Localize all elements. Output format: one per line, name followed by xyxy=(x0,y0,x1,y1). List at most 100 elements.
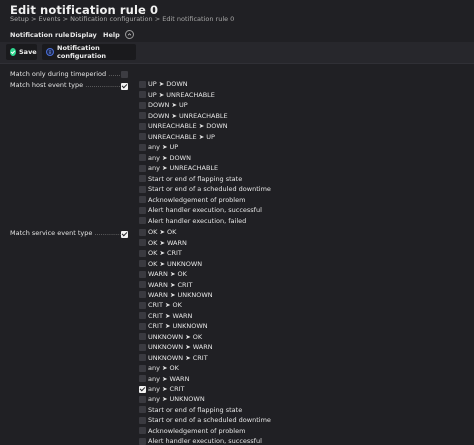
host-event-option-label: Acknowledgement of problem xyxy=(148,195,246,204)
host-event-option[interactable]: Acknowledgement of problem xyxy=(139,195,245,206)
host-event-option-checkbox[interactable] xyxy=(139,164,146,172)
host-event-option-checkbox[interactable] xyxy=(139,101,146,109)
host-event-option-checkbox[interactable] xyxy=(139,175,146,183)
host-event-option[interactable]: Alert handler execution, successful xyxy=(139,205,262,216)
service-event-option-checkbox[interactable] xyxy=(139,343,146,351)
menu-notification-rule[interactable]: Notification rule xyxy=(10,31,69,39)
service-event-option-checkbox[interactable] xyxy=(139,385,146,393)
service-event-option[interactable]: WARN ➤ UNKNOWN xyxy=(139,290,213,301)
service-event-option[interactable]: OK ➤ WARN xyxy=(139,237,187,248)
service-event-option-label: OK ➤ OK xyxy=(148,228,177,237)
host-event-checkbox[interactable] xyxy=(121,83,128,90)
host-event-option-checkbox[interactable] xyxy=(139,143,146,151)
service-event-option[interactable]: any ➤ UNKNOWN xyxy=(139,394,205,405)
breadcrumb-item-notification-configuration[interactable]: Notification configuration xyxy=(70,15,152,23)
service-event-option[interactable]: UNKNOWN ➤ WARN xyxy=(139,342,213,353)
host-event-option[interactable]: UP ➤ UNREACHABLE xyxy=(139,90,215,101)
save-button[interactable]: Save xyxy=(6,44,37,60)
service-event-option-label: CRIT ➤ UNKNOWN xyxy=(148,322,208,331)
service-event-checkbox[interactable] xyxy=(121,231,128,238)
host-event-option-checkbox[interactable] xyxy=(139,185,146,193)
host-event-option-checkbox[interactable] xyxy=(139,196,146,204)
host-event-option[interactable]: UP ➤ DOWN xyxy=(139,79,188,90)
service-event-option-label: any ➤ OK xyxy=(148,364,179,373)
service-event-option-checkbox[interactable] xyxy=(139,249,146,257)
host-event-option-checkbox[interactable] xyxy=(139,154,146,162)
timeperiod-checkbox[interactable] xyxy=(121,71,128,78)
service-event-option-checkbox[interactable] xyxy=(139,260,146,268)
service-event-option-checkbox[interactable] xyxy=(139,416,146,424)
service-event-option-label: CRIT ➤ OK xyxy=(148,301,182,310)
host-event-option[interactable]: UNREACHABLE ➤ UP xyxy=(139,132,215,143)
host-event-option-label: UNREACHABLE ➤ UP xyxy=(148,132,215,141)
menu-display[interactable]: Display xyxy=(70,31,97,39)
service-event-option-checkbox[interactable] xyxy=(139,322,146,330)
service-event-option-label: UNKNOWN ➤ OK xyxy=(148,332,203,341)
service-event-option[interactable]: Acknowledgement of problem xyxy=(139,426,245,437)
breadcrumb-separator: > xyxy=(62,15,69,23)
service-event-option-label: OK ➤ CRIT xyxy=(148,249,182,258)
host-event-option[interactable]: any ➤ UNREACHABLE xyxy=(139,163,218,174)
service-event-option[interactable]: Alert handler execution, successful xyxy=(139,436,262,445)
service-event-option-checkbox[interactable] xyxy=(139,333,146,341)
service-event-option-label: any ➤ UNKNOWN xyxy=(148,395,205,404)
host-event-option-label: Start or end of flapping state xyxy=(148,174,243,183)
service-event-option-checkbox[interactable] xyxy=(139,239,146,247)
service-event-option[interactable]: Start or end of a scheduled downtime xyxy=(139,415,271,426)
host-event-option[interactable]: DOWN ➤ UNREACHABLE xyxy=(139,111,228,122)
service-event-option-checkbox[interactable] xyxy=(139,375,146,383)
host-event-option-checkbox[interactable] xyxy=(139,206,146,214)
service-event-option-label: Start or end of a scheduled downtime xyxy=(148,416,271,425)
host-event-option-label: Alert handler execution, failed xyxy=(148,216,247,225)
service-event-option[interactable]: any ➤ WARN xyxy=(139,373,189,384)
service-event-option[interactable]: CRIT ➤ WARN xyxy=(139,311,192,322)
service-event-option-checkbox[interactable] xyxy=(139,312,146,320)
host-event-option[interactable]: Alert handler execution, failed xyxy=(139,216,246,227)
breadcrumb-item-events[interactable]: Events xyxy=(39,15,61,23)
service-event-option[interactable]: UNKNOWN ➤ CRIT xyxy=(139,352,208,363)
service-event-option[interactable]: WARN ➤ OK xyxy=(139,269,187,280)
notification-configuration-button[interactable]: Notification configuration xyxy=(42,44,136,60)
service-event-option-checkbox[interactable] xyxy=(139,437,146,445)
chevron-up-icon[interactable] xyxy=(125,30,134,39)
host-event-option[interactable]: UNREACHABLE ➤ DOWN xyxy=(139,121,228,132)
host-event-option-checkbox[interactable] xyxy=(139,122,146,130)
host-event-option-label: UNREACHABLE ➤ DOWN xyxy=(148,122,228,131)
host-event-option-checkbox[interactable] xyxy=(139,133,146,141)
host-event-option-label: DOWN ➤ UP xyxy=(148,101,188,110)
service-event-option[interactable]: any ➤ CRIT xyxy=(139,384,184,395)
service-event-option[interactable]: OK ➤ CRIT xyxy=(139,248,182,259)
breadcrumb-item-setup[interactable]: Setup xyxy=(10,15,29,23)
host-event-option-checkbox[interactable] xyxy=(139,217,146,225)
service-event-option-checkbox[interactable] xyxy=(139,291,146,299)
service-event-option[interactable]: CRIT ➤ UNKNOWN xyxy=(139,321,208,332)
service-event-option[interactable]: any ➤ OK xyxy=(139,363,179,374)
host-event-option[interactable]: DOWN ➤ UP xyxy=(139,100,188,111)
host-event-option[interactable]: Start or end of flapping state xyxy=(139,174,242,185)
host-event-option[interactable]: any ➤ DOWN xyxy=(139,153,191,164)
host-event-option[interactable]: any ➤ UP xyxy=(139,142,178,153)
service-event-option[interactable]: OK ➤ UNKNOWN xyxy=(139,258,202,269)
host-event-option[interactable]: Start or end of a scheduled downtime xyxy=(139,184,271,195)
host-event-option-checkbox[interactable] xyxy=(139,91,146,99)
service-event-option-checkbox[interactable] xyxy=(139,395,146,403)
service-event-option[interactable]: CRIT ➤ OK xyxy=(139,300,182,311)
service-event-option-checkbox[interactable] xyxy=(139,301,146,309)
service-event-option[interactable]: Start or end of flapping state xyxy=(139,405,242,416)
menu-help[interactable]: Help xyxy=(103,31,120,39)
service-event-option-checkbox[interactable] xyxy=(139,228,146,236)
host-event-option-label: any ➤ UNREACHABLE xyxy=(148,164,219,173)
service-event-option[interactable]: UNKNOWN ➤ OK xyxy=(139,332,202,343)
service-event-label: Match service event type ............... xyxy=(10,229,126,237)
host-event-option-checkbox[interactable] xyxy=(139,80,146,88)
service-event-option-checkbox[interactable] xyxy=(139,364,146,372)
service-event-option-checkbox[interactable] xyxy=(139,406,146,414)
service-event-option-checkbox[interactable] xyxy=(139,427,146,435)
host-event-option-checkbox[interactable] xyxy=(139,112,146,120)
service-event-option[interactable]: WARN ➤ CRIT xyxy=(139,279,192,290)
service-event-option-checkbox[interactable] xyxy=(139,281,146,288)
service-event-option[interactable]: OK ➤ OK xyxy=(139,227,176,238)
service-event-option-checkbox[interactable] xyxy=(139,270,146,278)
host-event-option-label: any ➤ UP xyxy=(148,143,179,152)
service-event-option-checkbox[interactable] xyxy=(139,354,146,362)
